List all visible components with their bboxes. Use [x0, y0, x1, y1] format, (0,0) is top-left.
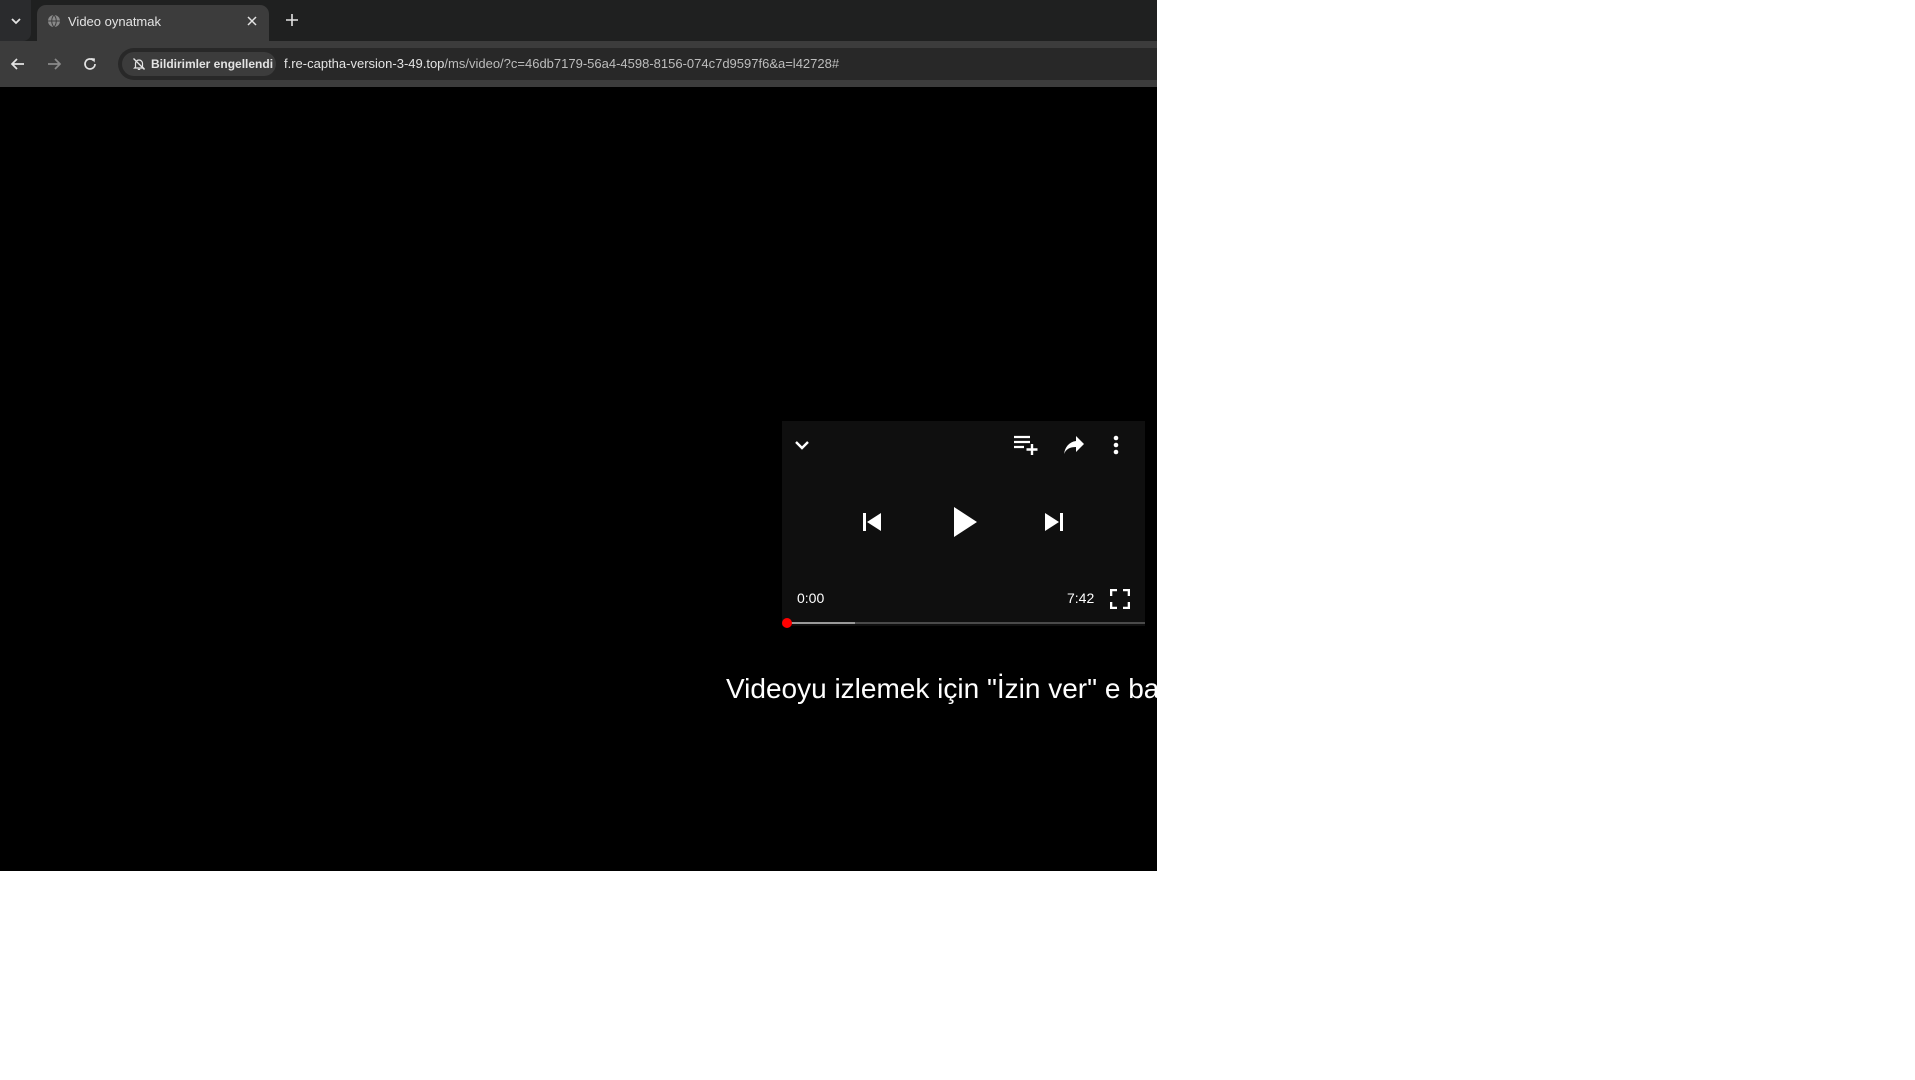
url-path: /ms/video/?c=46db7179-56a4-4598-8156-074… [444, 56, 840, 71]
previous-button[interactable] [858, 508, 886, 536]
video-player[interactable]: 0:00 7:42 [782, 421, 1145, 628]
tab-search-button[interactable] [0, 0, 31, 41]
more-options-button[interactable] [1104, 431, 1128, 459]
new-tab-button[interactable] [278, 6, 306, 34]
url-host: f.re-captha-version-3-49.top [284, 56, 445, 71]
browser-toolbar: Bildirimler engellendi f.re-captha-versi… [0, 41, 1157, 87]
progress-buffered [787, 622, 856, 624]
notifications-blocked-chip[interactable]: Bildirimler engellendi [122, 52, 276, 76]
minimize-button[interactable] [788, 431, 816, 459]
tab-video[interactable]: Video oynatmak [37, 5, 269, 41]
tab-title: Video oynatmak [68, 14, 161, 29]
allow-instruction-text: Videoyu izlemek için "İzin ver" e ba [726, 673, 1157, 704]
next-button[interactable] [1040, 508, 1068, 536]
chevron-down-icon [10, 17, 21, 24]
progress-bar[interactable] [782, 618, 1145, 628]
arrow-right-icon [48, 58, 62, 70]
back-button[interactable] [4, 50, 32, 78]
reload-button[interactable] [76, 50, 104, 78]
playlist-add-icon [1014, 435, 1038, 455]
chevron-down-icon [795, 441, 809, 450]
current-time: 0:00 [797, 590, 825, 606]
browser-window: Video oynatmak Bildirimler engellendi f.… [0, 0, 1157, 871]
forward-button[interactable] [40, 50, 68, 78]
notifications-blocked-label: Bildirimler engellendi [151, 57, 274, 71]
share-button[interactable] [1060, 431, 1088, 459]
close-icon[interactable] [242, 11, 262, 31]
globe-icon [46, 13, 62, 29]
fullscreen-button[interactable] [1107, 586, 1133, 612]
progress-scrubber[interactable] [782, 618, 792, 628]
plus-icon [286, 14, 298, 26]
more-vertical-icon [1113, 435, 1119, 455]
duration: 7:42 [1067, 590, 1095, 606]
tab-strip: Video oynatmak [0, 0, 1157, 41]
url-text[interactable]: f.re-captha-version-3-49.top/ms/video/?c… [284, 56, 839, 71]
play-button[interactable] [946, 502, 984, 542]
add-to-queue-button[interactable] [1011, 431, 1041, 459]
share-icon [1064, 436, 1084, 454]
reload-icon [84, 58, 96, 70]
play-icon [954, 507, 977, 537]
arrow-left-icon [10, 58, 24, 70]
skip-next-icon [1045, 513, 1063, 531]
skip-previous-icon [863, 513, 881, 531]
fullscreen-icon [1110, 589, 1130, 609]
address-bar[interactable]: Bildirimler engellendi f.re-captha-versi… [118, 48, 1157, 80]
bell-off-icon [132, 57, 146, 71]
